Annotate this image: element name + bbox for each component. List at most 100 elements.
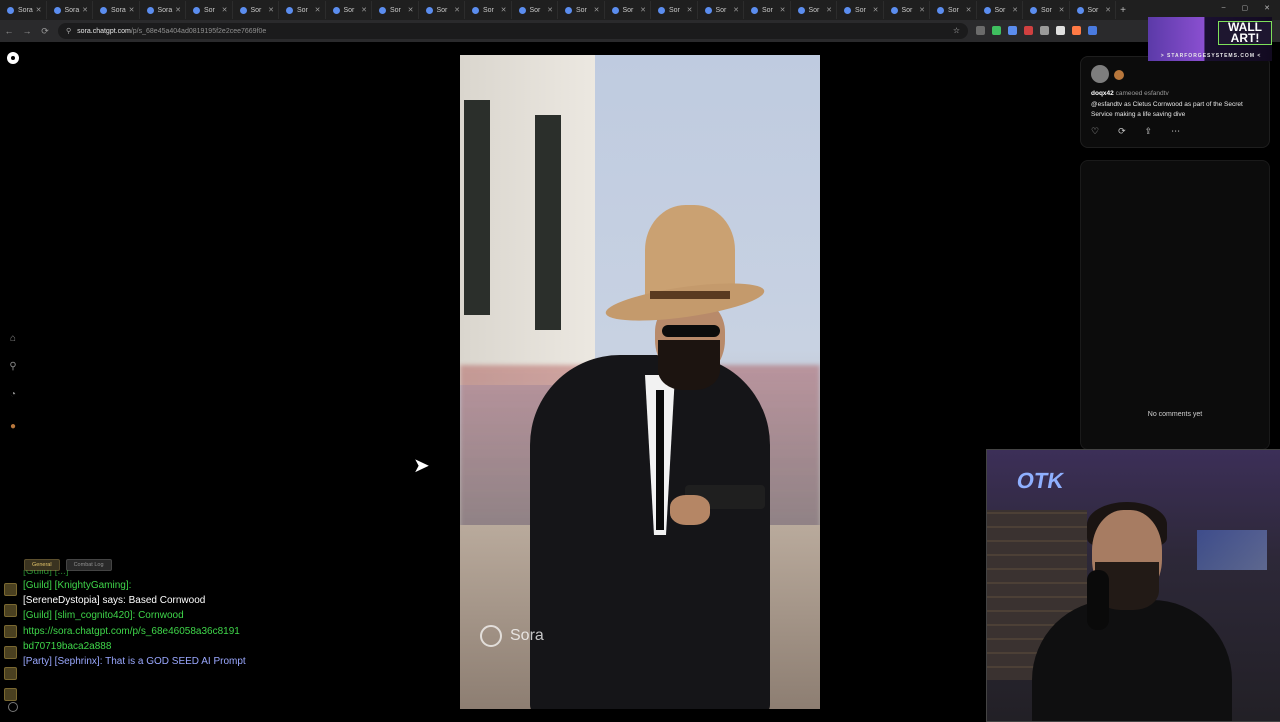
streamer — [1032, 600, 1232, 721]
chat-link-line[interactable]: https://sora.chatgpt.com/p/s_68e46058a36… — [23, 624, 263, 639]
url-field[interactable]: ⚲ sora.chatgpt.com /p/s_68e45a404ad08191… — [58, 23, 968, 39]
tab-close-icon[interactable]: ✕ — [454, 6, 460, 14]
chat-scroll-down-icon[interactable] — [4, 667, 17, 680]
tab-close-icon[interactable]: ✕ — [36, 6, 42, 14]
extension-icon[interactable] — [1040, 26, 1049, 35]
chat-line: [Guild] [slim_cognito420]: Cornwood — [23, 608, 263, 623]
tab-favicon-icon — [797, 6, 805, 14]
tab-label: Sora — [157, 6, 173, 14]
minimize-button[interactable]: – — [1222, 4, 1226, 12]
chat-link-line[interactable]: bd70719baca2a888 — [23, 639, 263, 654]
like-icon[interactable]: ♡ — [1091, 126, 1099, 137]
browser-tab[interactable]: Sor ✕ — [791, 1, 837, 19]
tab-close-icon[interactable]: ✕ — [547, 6, 553, 14]
browser-tab[interactable]: Sor ✕ — [465, 1, 512, 19]
maximize-button[interactable]: ▢ — [1242, 4, 1249, 12]
bookmark-star-icon[interactable]: ☆ — [953, 26, 960, 35]
tab-close-icon[interactable]: ✕ — [315, 6, 321, 14]
back-icon[interactable]: ← — [0, 26, 18, 36]
extension-icon[interactable] — [992, 26, 1001, 35]
chat-scroll-bottom-icon[interactable] — [4, 688, 17, 701]
browser-tab[interactable]: Sor ✕ — [186, 1, 233, 19]
post-username[interactable]: doqx42 — [1091, 90, 1114, 97]
tab-close-icon[interactable]: ✕ — [873, 6, 879, 14]
tab-close-icon[interactable]: ✕ — [594, 6, 600, 14]
video-player[interactable]: Sora — [460, 55, 820, 709]
settings-icon[interactable] — [8, 702, 18, 712]
extension-icon[interactable] — [1024, 26, 1033, 35]
extension-icon[interactable] — [1008, 26, 1017, 35]
extension-icon[interactable] — [1088, 26, 1097, 35]
tab-close-icon[interactable]: ✕ — [780, 6, 786, 14]
site-info-icon[interactable]: ⚲ — [66, 27, 71, 35]
chat-menu-icon[interactable] — [4, 583, 17, 596]
browser-tab[interactable]: Sor ✕ — [605, 1, 651, 19]
chat-scroll-up-icon[interactable] — [4, 646, 17, 659]
tab-close-icon[interactable]: ✕ — [82, 6, 88, 14]
chat-emote-icon[interactable] — [4, 625, 17, 638]
share-icon[interactable]: ⇪ — [1145, 126, 1153, 137]
browser-tab[interactable]: Sor ✕ — [558, 1, 605, 19]
tab-close-icon[interactable]: ✕ — [687, 6, 693, 14]
tab-close-icon[interactable]: ✕ — [826, 6, 832, 14]
close-window-button[interactable]: ✕ — [1264, 4, 1270, 12]
extension-icon[interactable] — [1056, 26, 1065, 35]
browser-tab[interactable]: Sora ✕ — [93, 1, 140, 19]
chat-link[interactable]: https://sora.chatgpt.com/p/s_68e46058a36… — [23, 626, 240, 637]
home-icon[interactable]: ⌂ — [7, 333, 19, 345]
profile-avatar-icon[interactable]: ● — [7, 421, 19, 433]
notifications-icon[interactable]: ◔ — [7, 389, 19, 401]
extension-icons — [976, 26, 1097, 35]
cameo-avatar[interactable] — [1114, 70, 1124, 80]
new-tab-button[interactable]: + — [1116, 5, 1130, 16]
browser-tab[interactable]: Sor ✕ — [977, 1, 1023, 19]
tab-close-icon[interactable]: ✕ — [222, 6, 228, 14]
extension-icon[interactable] — [1072, 26, 1081, 35]
tab-close-icon[interactable]: ✕ — [733, 6, 739, 14]
browser-tab[interactable]: Sora ✕ — [0, 1, 47, 19]
tab-label: Sor — [436, 6, 448, 14]
remix-icon[interactable]: ⟳ — [1118, 126, 1126, 137]
tab-close-icon[interactable]: ✕ — [1105, 6, 1111, 14]
tab-label: Sora — [18, 6, 33, 14]
search-icon[interactable]: ⚲ — [7, 361, 19, 373]
browser-tab[interactable]: Sor ✕ — [233, 1, 279, 19]
tab-close-icon[interactable]: ✕ — [129, 6, 135, 14]
tab-close-icon[interactable]: ✕ — [919, 6, 925, 14]
reload-icon[interactable]: ⟳ — [36, 26, 54, 37]
browser-tab[interactable]: Sor ✕ — [372, 1, 419, 19]
tab-close-icon[interactable]: ✕ — [1012, 6, 1018, 14]
browser-tab[interactable]: Sor ✕ — [1070, 1, 1116, 19]
browser-tab[interactable]: Sor ✕ — [837, 1, 884, 19]
tab-close-icon[interactable]: ✕ — [640, 6, 646, 14]
browser-tab[interactable]: Sor ✕ — [512, 1, 558, 19]
browser-tab[interactable]: Sor ✕ — [698, 1, 744, 19]
browser-tab[interactable]: Sor ✕ — [930, 1, 977, 19]
chat-line-text: Cornwood — [138, 610, 184, 622]
tab-close-icon[interactable]: ✕ — [268, 6, 274, 14]
more-icon[interactable]: ⋯ — [1171, 126, 1180, 137]
browser-tab[interactable]: Sora ✕ — [47, 1, 93, 19]
browser-tab[interactable]: Sor ✕ — [884, 1, 930, 19]
tab-close-icon[interactable]: ✕ — [175, 6, 181, 14]
tab-close-icon[interactable]: ✕ — [408, 6, 414, 14]
tab-close-icon[interactable]: ✕ — [501, 6, 507, 14]
chat-link[interactable]: bd70719baca2a888 — [23, 641, 111, 652]
browser-tab[interactable]: Sor ✕ — [1023, 1, 1070, 19]
browser-tab[interactable]: Sor ✕ — [744, 1, 791, 19]
tab-label: Sora — [64, 6, 80, 14]
browser-tab[interactable]: Sor ✕ — [419, 1, 465, 19]
tab-close-icon[interactable]: ✕ — [966, 6, 972, 14]
forward-icon[interactable]: → — [18, 26, 36, 36]
tab-close-icon[interactable]: ✕ — [361, 6, 367, 14]
sora-logo[interactable] — [7, 52, 19, 64]
avatar[interactable] — [1091, 65, 1109, 83]
browser-tab[interactable]: Sor ✕ — [326, 1, 372, 19]
browser-tab[interactable]: Sora ✕ — [140, 1, 186, 19]
extension-icon[interactable] — [976, 26, 985, 35]
browser-tab[interactable]: Sor ✕ — [279, 1, 326, 19]
chat-voice-icon[interactable] — [4, 604, 17, 617]
browser-tab[interactable]: Sor ✕ — [651, 1, 698, 19]
tab-close-icon[interactable]: ✕ — [1059, 6, 1065, 14]
tab-favicon-icon — [472, 6, 479, 14]
